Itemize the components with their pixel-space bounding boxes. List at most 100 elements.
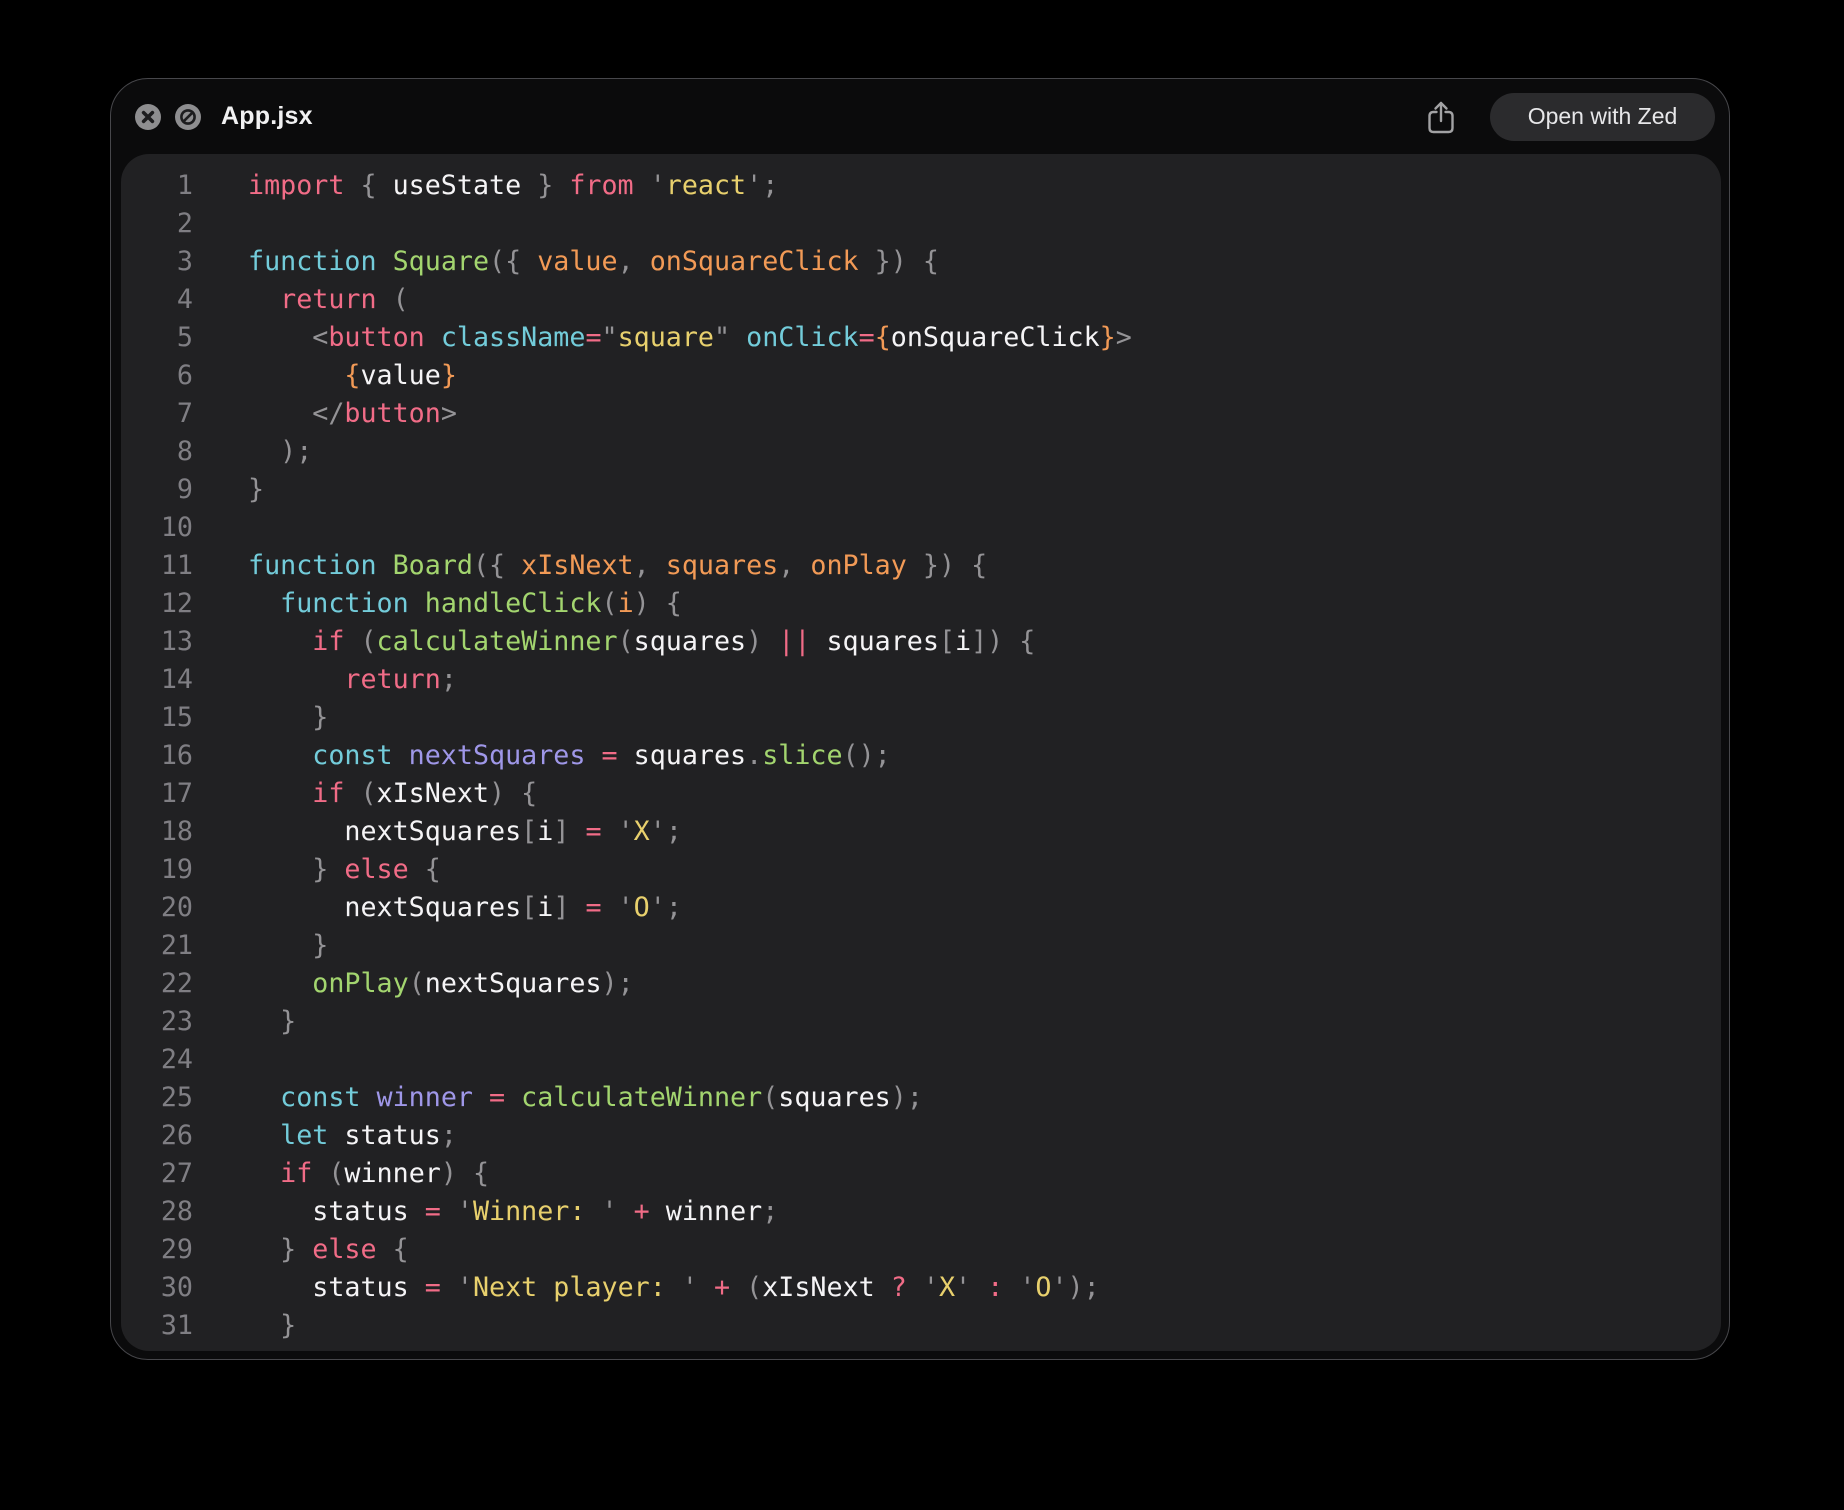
code-line: 8 ); — [121, 433, 1721, 471]
line-number: 4 — [121, 281, 193, 319]
code-text: import { useState } from 'react'; — [193, 170, 778, 201]
code-line: 10 — [121, 509, 1721, 547]
line-number: 21 — [121, 927, 193, 965]
line-number: 18 — [121, 813, 193, 851]
line-number: 28 — [121, 1193, 193, 1231]
code-text: onPlay(nextSquares); — [193, 968, 634, 999]
code-line: 31 } — [121, 1307, 1721, 1345]
code-text: const nextSquares = squares.slice(); — [193, 740, 891, 771]
line-number: 22 — [121, 965, 193, 1003]
line-number: 16 — [121, 737, 193, 775]
code-text: function handleClick(i) { — [193, 588, 682, 619]
line-number: 9 — [121, 471, 193, 509]
code-line: 1import { useState } from 'react'; — [121, 167, 1721, 205]
line-number: 14 — [121, 661, 193, 699]
code-line: 27 if (winner) { — [121, 1155, 1721, 1193]
code-line: 12 function handleClick(i) { — [121, 585, 1721, 623]
code-text: const winner = calculateWinner(squares); — [193, 1082, 923, 1113]
line-number: 20 — [121, 889, 193, 927]
blocked-button[interactable] — [175, 104, 201, 130]
code-line: 30 status = 'Next player: ' + (xIsNext ?… — [121, 1269, 1721, 1307]
code-text: } — [193, 930, 328, 961]
code-text: if (xIsNext) { — [193, 778, 537, 809]
code-text: } else { — [193, 1234, 409, 1265]
code-line: 6 {value} — [121, 357, 1721, 395]
line-number: 27 — [121, 1155, 193, 1193]
code-text: {value} — [193, 360, 457, 391]
line-number: 2 — [121, 205, 193, 243]
share-icon — [1426, 99, 1456, 135]
code-text: nextSquares[i] = 'O'; — [193, 892, 682, 923]
code-text — [193, 512, 248, 543]
code-line: 20 nextSquares[i] = 'O'; — [121, 889, 1721, 927]
code-text: } else { — [193, 854, 441, 885]
code-text — [193, 208, 248, 239]
code-line: 28 status = 'Winner: ' + winner; — [121, 1193, 1721, 1231]
line-number: 30 — [121, 1269, 193, 1307]
code-line: 21 } — [121, 927, 1721, 965]
code-line: 3function Square({ value, onSquareClick … — [121, 243, 1721, 281]
line-number: 1 — [121, 167, 193, 205]
code-text: function Square({ value, onSquareClick }… — [193, 246, 939, 277]
close-button[interactable] — [135, 104, 161, 130]
code-line: 22 onPlay(nextSquares); — [121, 965, 1721, 1003]
code-line: 9} — [121, 471, 1721, 509]
code-line: 23 } — [121, 1003, 1721, 1041]
line-number: 10 — [121, 509, 193, 547]
line-number: 5 — [121, 319, 193, 357]
code-text: status = 'Winner: ' + winner; — [193, 1196, 778, 1227]
line-number: 11 — [121, 547, 193, 585]
code-line: 16 const nextSquares = squares.slice(); — [121, 737, 1721, 775]
code-line: 24 — [121, 1041, 1721, 1079]
code-text: <button className="square" onClick={onSq… — [193, 322, 1132, 353]
code-text — [193, 1044, 248, 1075]
code-text: } — [193, 1006, 296, 1037]
blocked-icon — [175, 104, 201, 130]
code-text: return; — [193, 664, 457, 695]
line-number: 7 — [121, 395, 193, 433]
code-line: 5 <button className="square" onClick={on… — [121, 319, 1721, 357]
code-line: 26 let status; — [121, 1117, 1721, 1155]
line-number: 6 — [121, 357, 193, 395]
code-text: } — [193, 474, 264, 505]
line-number: 15 — [121, 699, 193, 737]
code-line: 15 } — [121, 699, 1721, 737]
code-line: 2 — [121, 205, 1721, 243]
code-text: nextSquares[i] = 'X'; — [193, 816, 682, 847]
code-text: if (winner) { — [193, 1158, 489, 1189]
code-text: return ( — [193, 284, 409, 315]
code-text: ); — [193, 436, 312, 467]
line-number: 17 — [121, 775, 193, 813]
code-line: 25 const winner = calculateWinner(square… — [121, 1079, 1721, 1117]
line-number: 29 — [121, 1231, 193, 1269]
code-line: 19 } else { — [121, 851, 1721, 889]
code-text: </button> — [193, 398, 457, 429]
line-number: 3 — [121, 243, 193, 281]
code-text: } — [193, 702, 328, 733]
code-line: 7 </button> — [121, 395, 1721, 433]
line-number: 25 — [121, 1079, 193, 1117]
preview-window: App.jsx Open with Zed 1import { useState… — [110, 78, 1730, 1360]
code-line: 18 nextSquares[i] = 'X'; — [121, 813, 1721, 851]
code-text: function Board({ xIsNext, squares, onPla… — [193, 550, 987, 581]
code-line: 13 if (calculateWinner(squares) || squar… — [121, 623, 1721, 661]
line-number: 23 — [121, 1003, 193, 1041]
code-text: } — [193, 1310, 296, 1341]
line-number: 24 — [121, 1041, 193, 1079]
close-icon — [135, 104, 161, 130]
line-number: 26 — [121, 1117, 193, 1155]
line-number: 13 — [121, 623, 193, 661]
code-lines: 1import { useState } from 'react';23func… — [121, 167, 1721, 1345]
code-line: 29 } else { — [121, 1231, 1721, 1269]
share-button[interactable] — [1426, 99, 1456, 135]
code-text: if (calculateWinner(squares) || squares[… — [193, 626, 1035, 657]
code-line: 17 if (xIsNext) { — [121, 775, 1721, 813]
code-editor[interactable]: 1import { useState } from 'react';23func… — [121, 154, 1721, 1351]
code-text: status = 'Next player: ' + (xIsNext ? 'X… — [193, 1272, 1100, 1303]
line-number: 19 — [121, 851, 193, 889]
titlebar: App.jsx Open with Zed — [111, 79, 1729, 154]
open-with-zed-button[interactable]: Open with Zed — [1490, 93, 1715, 141]
window-title: App.jsx — [221, 102, 313, 131]
code-line: 4 return ( — [121, 281, 1721, 319]
code-line: 11function Board({ xIsNext, squares, onP… — [121, 547, 1721, 585]
